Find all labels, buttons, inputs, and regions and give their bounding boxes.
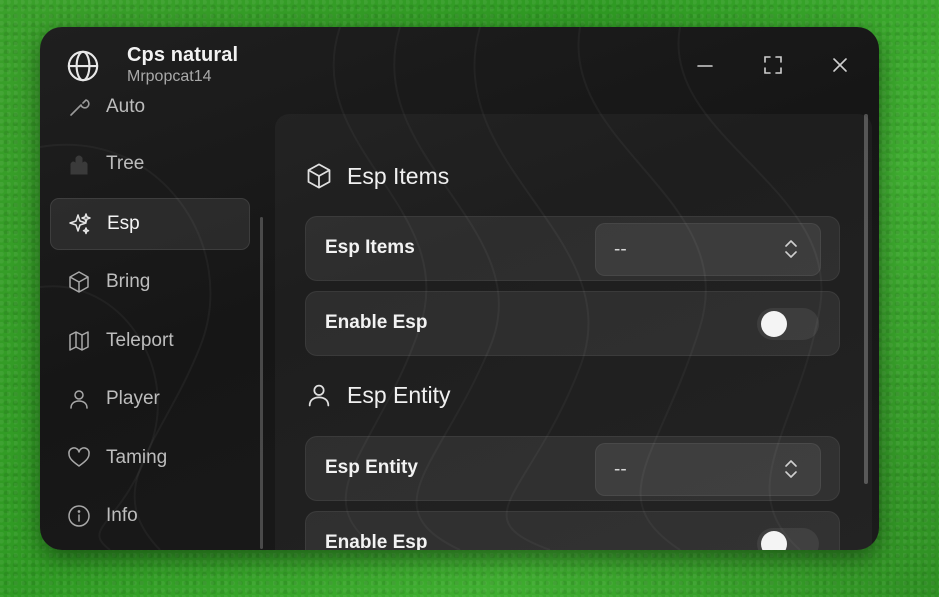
- toggle-knob: [761, 531, 787, 550]
- main-content-panel: Esp Items Esp Items -- Enable Esp Esp En…: [275, 114, 872, 550]
- sidebar-item-bring[interactable]: Bring: [50, 257, 248, 307]
- sidebar-item-label: Esp: [107, 213, 140, 234]
- sidebar-scrollbar[interactable]: [260, 217, 263, 549]
- sidebar-nav: Auto Tree Esp Bring Teleport Player Tami…: [50, 87, 255, 550]
- toggle-knob: [761, 311, 787, 337]
- sidebar-item-label: Taming: [106, 447, 168, 468]
- minimize-button[interactable]: [693, 53, 717, 77]
- info-icon: [68, 505, 90, 527]
- tree-icon: [70, 155, 88, 175]
- esp-entity-dropdown-row: Esp Entity --: [305, 436, 840, 501]
- row-label: Esp Entity: [325, 457, 418, 478]
- map-icon: [69, 331, 89, 351]
- sidebar-item-esp[interactable]: Esp: [50, 198, 250, 250]
- sidebar-item-label: Auto: [106, 96, 146, 117]
- sidebar-item-info[interactable]: Info: [50, 491, 248, 541]
- esp-items-dropdown-row: Esp Items --: [305, 216, 840, 281]
- esp-items-dropdown[interactable]: --: [595, 223, 821, 276]
- chevron-up-down-icon: [785, 240, 797, 258]
- chevron-up-down-icon: [785, 460, 797, 478]
- row-label: Enable Esp: [325, 312, 428, 333]
- enable-esp-items-row: Enable Esp: [305, 291, 840, 356]
- section-title-esp-items: Esp Items: [305, 162, 449, 190]
- sidebar-item-tree[interactable]: Tree: [50, 139, 248, 189]
- sidebar-item-label: Bring: [106, 271, 151, 292]
- heart-icon: [68, 447, 90, 467]
- section-title-esp-entity: Esp Entity: [305, 381, 451, 409]
- row-label: Enable Esp: [325, 532, 428, 550]
- section-title-text: Esp Entity: [347, 381, 451, 408]
- sidebar-item-label: Player: [106, 388, 160, 409]
- window-title: Cps natural: [127, 44, 239, 66]
- enable-esp-entity-row: Enable Esp: [305, 511, 840, 550]
- sidebar-item-auto[interactable]: Auto: [50, 87, 248, 132]
- box-icon: [307, 163, 331, 189]
- sidebar-item-label: Teleport: [106, 330, 174, 351]
- sidebar-item-teleport[interactable]: Teleport: [50, 316, 248, 366]
- sparkles-icon: [69, 213, 91, 235]
- window-subtitle: Mrpopcat14: [127, 68, 212, 85]
- user-icon: [308, 384, 330, 407]
- sidebar-item-label: Info: [106, 505, 138, 526]
- sidebar-item-label: Tree: [106, 153, 145, 174]
- row-label: Esp Items: [325, 237, 415, 258]
- sidebar-item-player[interactable]: Player: [50, 374, 248, 424]
- section-title-text: Esp Items: [347, 162, 450, 189]
- maximize-button[interactable]: [761, 53, 785, 77]
- esp-entity-dropdown[interactable]: --: [595, 443, 821, 496]
- enable-esp-entity-toggle[interactable]: [757, 528, 819, 550]
- user-icon: [70, 390, 88, 409]
- box-icon: [69, 271, 89, 293]
- auto-icon: [70, 99, 90, 116]
- close-button[interactable]: [828, 53, 852, 77]
- sidebar-item-taming[interactable]: Taming: [50, 433, 248, 483]
- dropdown-value: --: [614, 459, 627, 480]
- dropdown-value: --: [614, 239, 627, 260]
- content-scrollbar[interactable]: [864, 114, 868, 484]
- enable-esp-items-toggle[interactable]: [757, 308, 819, 340]
- app-window: Cps natural Mrpopcat14 Auto Tree Esp Bri…: [40, 27, 879, 550]
- globe-icon: [67, 50, 99, 82]
